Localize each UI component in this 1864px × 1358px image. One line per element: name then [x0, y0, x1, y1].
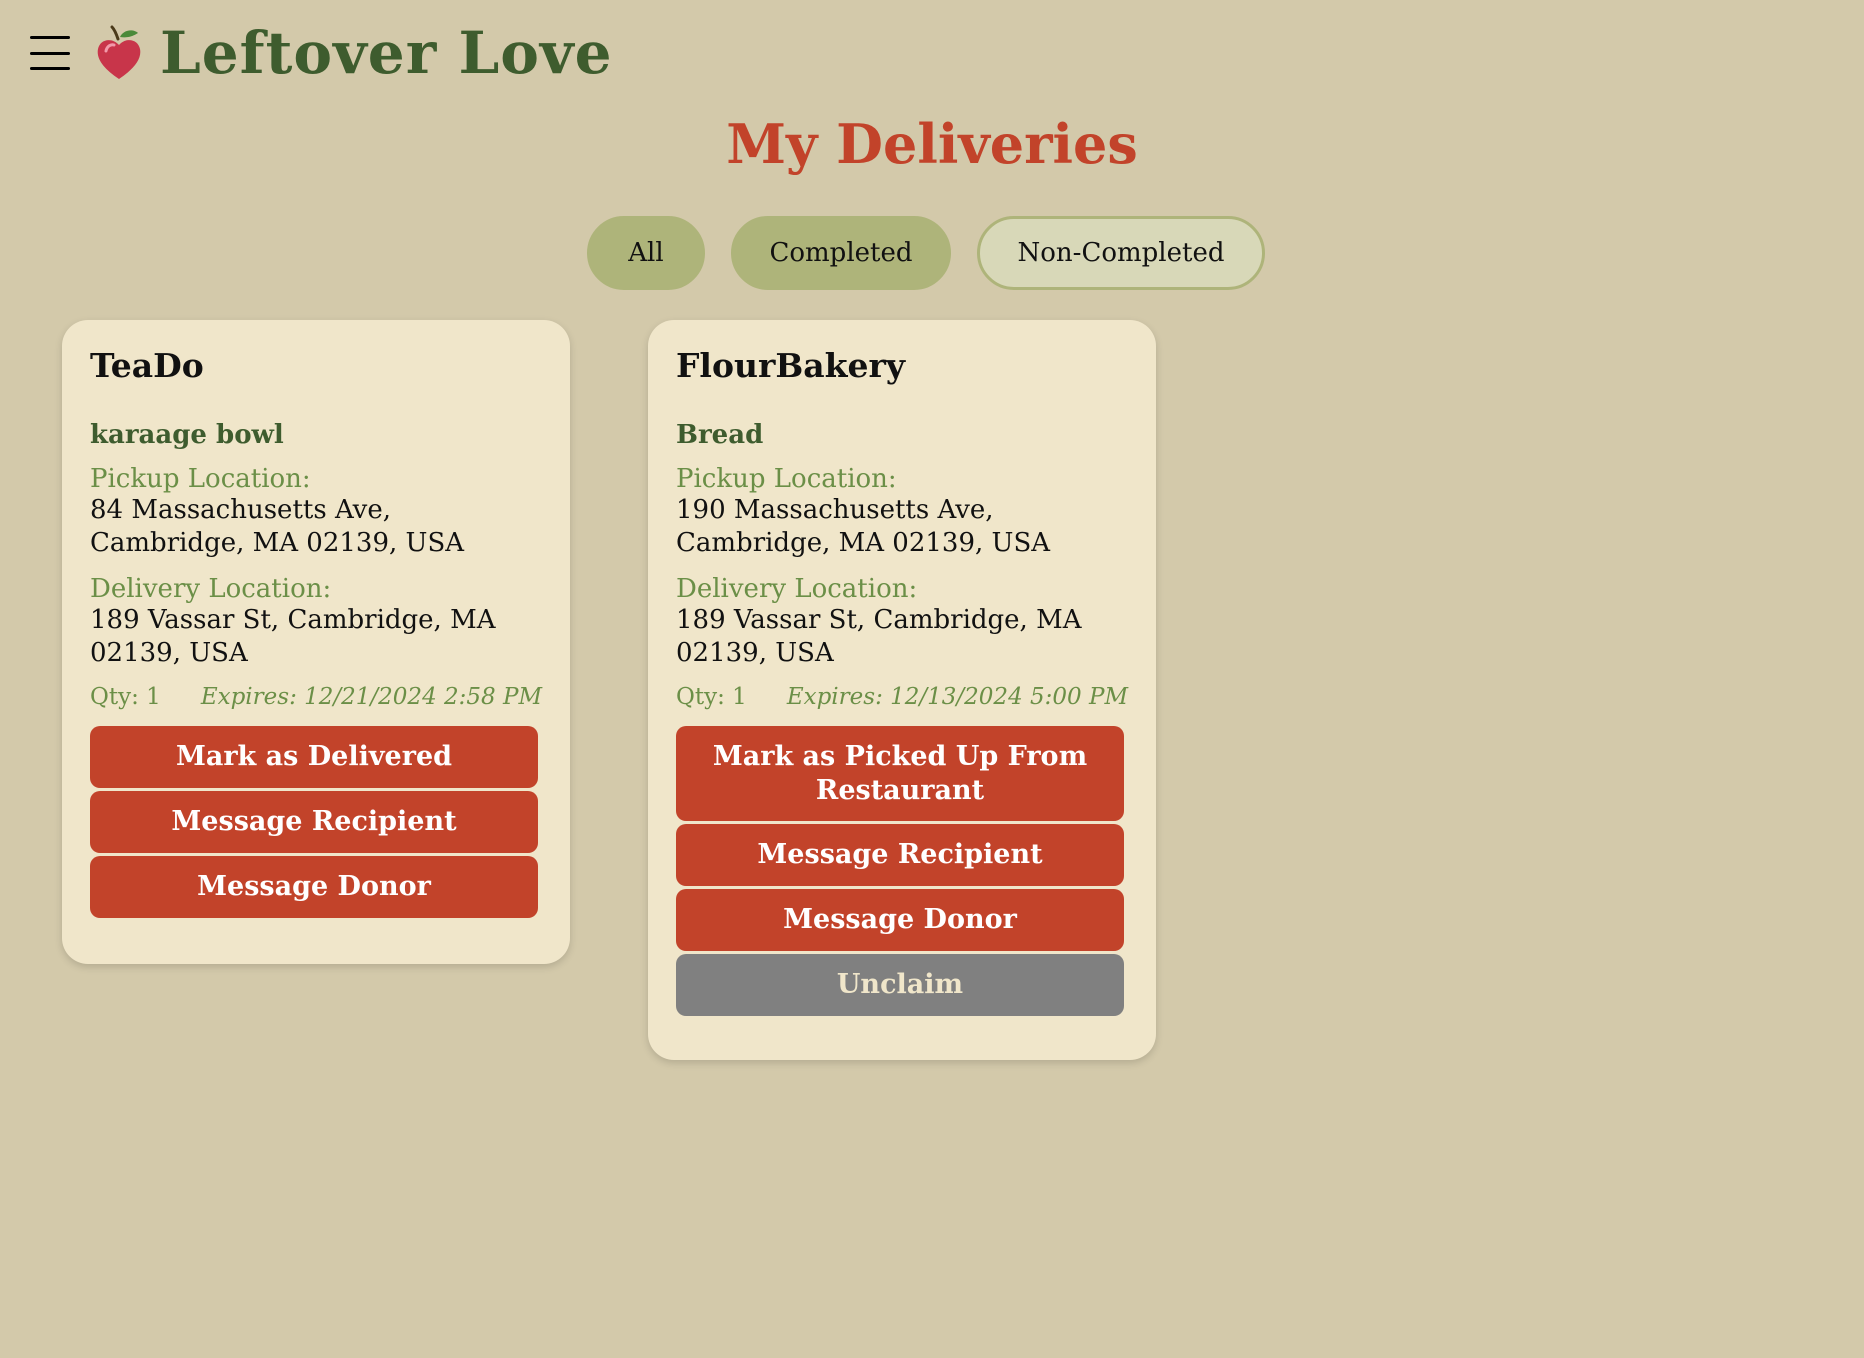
unclaim-button[interactable]: Unclaim	[676, 954, 1124, 1016]
pickup-label: Pickup Location:	[676, 464, 897, 494]
quantity: Qty: 1	[90, 684, 161, 710]
page-title: My Deliveries	[726, 112, 1138, 176]
delivery-label: Delivery Location:	[90, 574, 332, 604]
restaurant-name: TeaDo	[90, 346, 204, 385]
delivery-card: TeaDo karaage bowl Pickup Location: 84 M…	[62, 320, 570, 964]
filter-completed-button[interactable]: Completed	[731, 216, 951, 290]
delivery-address: 189 Vassar St, Cambridge, MA 02139, USA	[90, 605, 496, 668]
pickup-label: Pickup Location:	[90, 464, 311, 494]
message-recipient-button[interactable]: Message Recipient	[90, 791, 538, 853]
filter-all-button[interactable]: All	[587, 216, 705, 290]
pickup-address: 190 Massachusetts Ave, Cambridge, MA 021…	[676, 495, 1051, 558]
food-item: karaage bowl	[90, 420, 284, 450]
expiration: Expires: 12/21/2024 2:58 PM	[200, 684, 542, 710]
message-donor-button[interactable]: Message Donor	[90, 856, 538, 918]
food-item: Bread	[676, 420, 764, 450]
header: Leftover Love	[30, 18, 613, 88]
mark-delivered-button[interactable]: Mark as Delivered	[90, 726, 538, 788]
mark-picked-up-button[interactable]: Mark as Picked Up From Restaurant	[676, 726, 1124, 821]
filter-non-completed-button[interactable]: Non-Completed	[977, 216, 1265, 290]
apple-heart-icon	[97, 25, 141, 79]
message-donor-button[interactable]: Message Donor	[676, 889, 1124, 951]
delivery-address: 189 Vassar St, Cambridge, MA 02139, USA	[676, 605, 1082, 668]
delivery-card: FlourBakery Bread Pickup Location: 190 M…	[648, 320, 1156, 1060]
filter-bar: All Completed Non-Completed	[587, 216, 1265, 290]
meta-row: Qty: 1 Expires: 12/13/2024 5:00 PM	[676, 684, 1128, 710]
delivery-label: Delivery Location:	[676, 574, 918, 604]
pickup-address: 84 Massachusetts Ave, Cambridge, MA 0213…	[90, 495, 465, 558]
quantity: Qty: 1	[676, 684, 747, 710]
app-title[interactable]: Leftover Love	[160, 19, 613, 87]
hamburger-menu-icon[interactable]	[30, 36, 70, 70]
page: Leftover Love My Deliveries All Complete…	[0, 0, 1864, 1358]
message-recipient-button[interactable]: Message Recipient	[676, 824, 1124, 886]
meta-row: Qty: 1 Expires: 12/21/2024 2:58 PM	[90, 684, 542, 710]
expiration: Expires: 12/13/2024 5:00 PM	[786, 684, 1128, 710]
restaurant-name: FlourBakery	[676, 346, 906, 385]
